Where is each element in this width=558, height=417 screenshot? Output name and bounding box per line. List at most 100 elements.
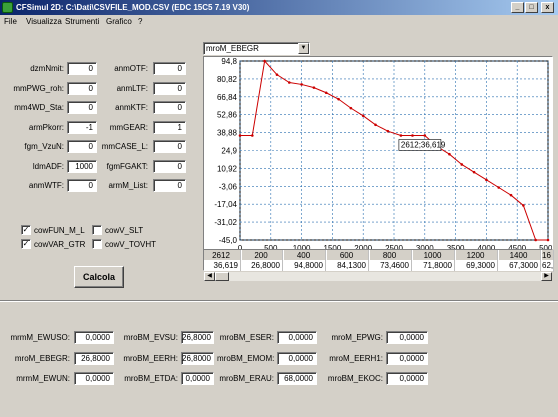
app-icon — [2, 2, 13, 13]
field-value[interactable]: 0,0000 — [277, 331, 317, 344]
field-label: fgmFGAKT: — [106, 162, 148, 171]
checkbox-label: cowV_SLT — [105, 226, 144, 235]
scroll-right-icon[interactable]: ▶ — [541, 272, 552, 281]
field-value[interactable]: 68,0000 — [277, 372, 317, 385]
field-value[interactable]: 0 — [153, 82, 186, 95]
close-button[interactable]: x — [541, 2, 554, 13]
menu-strumenti[interactable]: Strumenti — [65, 16, 99, 28]
field-value[interactable]: 0,0000 — [181, 372, 214, 385]
menu-grafico[interactable]: Grafico — [106, 16, 132, 28]
data-point — [534, 238, 537, 242]
data-point — [312, 86, 316, 89]
field-label: mroBM_EVSU: — [123, 333, 178, 342]
field-value[interactable]: 0 — [67, 179, 97, 192]
field-value[interactable]: 0 — [67, 62, 97, 75]
window-title: CFSimul 2D: C:\Dati\CSVFILE_MOD.CSV (EDC… — [16, 3, 250, 12]
checkbox-cowfun-m-l[interactable]: ✓ cowFUN_M_L — [21, 225, 93, 236]
checkbox-box[interactable]: ✓ — [21, 239, 31, 249]
field-label: mroBM_EMOM: — [217, 354, 275, 363]
menu-visualizza[interactable]: Visualizza — [26, 16, 62, 28]
line-chart[interactable]: 94,8 80,82 66,84 52,86 38,88 24,9 10,92 -3,06 -1… — [204, 57, 557, 256]
y-tick-label: -45,0 — [219, 236, 238, 245]
data-point — [263, 59, 266, 63]
checkbox-cowvar-gtr[interactable]: ✓ cowVAR_GTR — [21, 239, 93, 250]
minimize-button[interactable]: _ — [511, 2, 524, 13]
horizontal-scrollbar[interactable]: ◀ ▶ — [203, 271, 553, 282]
field-value[interactable]: 0 — [67, 101, 97, 114]
field-value[interactable]: 0 — [153, 62, 186, 75]
field-value[interactable]: 1000 — [67, 160, 97, 173]
field-value[interactable]: 1 — [153, 121, 186, 134]
menu-file[interactable]: File — [4, 16, 17, 28]
field-label: mroBM_EERH: — [123, 354, 178, 363]
data-point — [411, 134, 414, 137]
scroll-left-icon[interactable]: ◀ — [204, 272, 215, 281]
data-point — [485, 178, 488, 182]
field-label: anmOTF: — [114, 64, 148, 73]
field-value[interactable]: 0,0000 — [74, 372, 114, 385]
field-value[interactable]: 0,0000 — [277, 352, 317, 365]
checkbox-cowv-slt[interactable]: cowV_SLT — [92, 225, 164, 236]
field-value[interactable]: 0,0000 — [74, 331, 114, 344]
field-label: armPkorr: — [28, 123, 64, 132]
field-label: mroBM_ESER: — [219, 333, 274, 342]
maximize-button[interactable]: □ — [525, 2, 538, 13]
menu-bar: File Visualizza Strumenti Grafico ? — [0, 15, 558, 29]
signal-select[interactable]: mroM_EBEGR ▼ — [203, 42, 310, 55]
field-value[interactable]: 0 — [153, 140, 186, 153]
app-window: CFSimul 2D: C:\Dati\CSVFILE_MOD.CSV (EDC… — [0, 0, 558, 417]
checkbox-box[interactable] — [92, 225, 102, 235]
field-label: anmLTF: — [116, 84, 148, 93]
field-value[interactable]: 0 — [67, 140, 97, 153]
data-point — [460, 163, 464, 166]
field-label: mroM_EERH1: — [329, 354, 383, 363]
y-tick-label: 66,84 — [217, 93, 238, 102]
chevron-down-icon[interactable]: ▼ — [298, 43, 309, 54]
field-value[interactable]: 0,0000 — [386, 352, 428, 365]
field-label: anmWTF: — [28, 181, 64, 190]
checkbox-box[interactable]: ✓ — [21, 225, 31, 235]
field-value[interactable]: 0 — [153, 179, 186, 192]
menu-help[interactable]: ? — [138, 16, 142, 28]
field-label: mroBM_EKOC: — [327, 374, 383, 383]
data-point — [374, 123, 377, 127]
field-label: dzmNmit: — [30, 64, 64, 73]
y-tick-label: 80,82 — [217, 75, 238, 84]
field-value[interactable]: 0,0000 — [386, 331, 428, 344]
data-point — [251, 134, 254, 137]
y-tick-label: -31,02 — [214, 218, 237, 227]
field-value[interactable]: 0 — [153, 160, 186, 173]
y-tick-label: -17,04 — [214, 200, 237, 209]
field-label: mrmM_EWUN: — [16, 374, 70, 383]
data-grid: 2612 200 400 600 800 1000 1200 1400 16 3… — [203, 249, 554, 272]
data-point — [497, 186, 501, 189]
scroll-thumb[interactable] — [215, 272, 229, 281]
field-value[interactable]: 26,8000 — [181, 331, 214, 344]
y-tick-label: 94,8 — [221, 57, 237, 66]
field-value[interactable]: -1 — [67, 121, 97, 134]
data-point — [386, 129, 390, 133]
field-value[interactable]: 0,0000 — [386, 372, 428, 385]
data-point — [423, 134, 427, 137]
data-point — [522, 204, 525, 207]
field-label: mroBM_ERAU: — [219, 374, 274, 383]
field-label: mmCASE_L: — [101, 142, 148, 151]
field-value[interactable]: 26,8000 — [74, 352, 114, 365]
calcola-button[interactable]: Calcola — [74, 266, 124, 288]
field-value[interactable]: 0 — [153, 101, 186, 114]
data-point — [509, 193, 513, 197]
field-value[interactable]: 26,8000 — [181, 352, 214, 365]
data-point — [361, 114, 365, 118]
field-label: armM_List: — [108, 181, 148, 190]
y-tick-label: 52,86 — [217, 111, 238, 120]
data-point — [448, 152, 451, 156]
checkbox-box[interactable] — [92, 239, 102, 249]
checkbox-cowv-tovht[interactable]: cowV_TOVHT — [92, 239, 164, 250]
checkbox-label: cowFUN_M_L — [34, 226, 85, 235]
data-point — [324, 91, 328, 95]
tooltip-text: 2612;36,619 — [401, 140, 446, 149]
chart-panel: 94,8 80,82 66,84 52,86 38,88 24,9 10,92 -3,06 -1… — [203, 56, 557, 257]
field-value[interactable]: 0 — [67, 82, 97, 95]
field-label: mroBM_ETDA: — [124, 374, 178, 383]
y-tick-label: 38,88 — [217, 129, 238, 138]
